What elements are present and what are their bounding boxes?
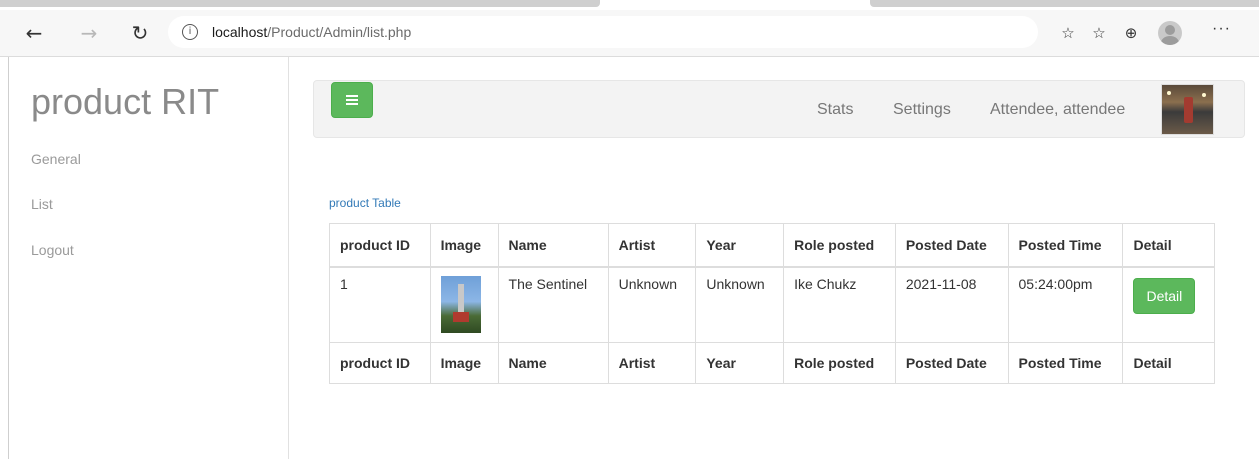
back-icon[interactable]: ←	[21, 20, 47, 46]
table-footer-row: product ID Image Name Artist Year Role p…	[329, 342, 1215, 384]
header-image: Image	[429, 223, 499, 268]
forward-icon[interactable]: →	[76, 20, 102, 46]
url-text[interactable]: localhost/Product/Admin/list.php	[212, 24, 411, 40]
header-product-id: product ID	[329, 223, 431, 268]
menu-toggle-button[interactable]	[331, 82, 373, 118]
footer-posted-date: Posted Date	[894, 342, 1009, 384]
favorites-icon[interactable]: ☆	[1088, 22, 1110, 44]
collections-icon[interactable]: ⊕	[1120, 22, 1142, 44]
user-avatar[interactable]	[1161, 84, 1214, 135]
header-year: Year	[695, 223, 785, 268]
nav-link-settings[interactable]: Settings	[893, 101, 951, 119]
cell-posted-time: 05:24:00pm	[1007, 266, 1124, 343]
sidebar-item-logout[interactable]: Logout	[31, 242, 74, 258]
header-posted-date: Posted Date	[894, 223, 1009, 268]
sidebar-item-list[interactable]: List	[31, 196, 53, 212]
header-name: Name	[497, 223, 609, 268]
table-row: 1 The Sentinel Unknown Unknown Ike Chukz…	[329, 266, 1215, 343]
table-caption: product Table	[329, 196, 401, 210]
cell-image	[429, 266, 499, 343]
refresh-icon[interactable]: ↻	[127, 20, 153, 46]
hamburger-icon-bar	[346, 99, 358, 101]
header-posted-time: Posted Time	[1007, 223, 1124, 268]
footer-product-id: product ID	[329, 342, 431, 384]
tab-strip	[0, 0, 1259, 10]
footer-image: Image	[429, 342, 499, 384]
address-bar[interactable]: i localhost/Product/Admin/list.php	[168, 16, 1038, 48]
cell-artist: Unknown	[607, 266, 697, 343]
header-artist: Artist	[607, 223, 697, 268]
footer-artist: Artist	[607, 342, 697, 384]
browser-tab-right[interactable]	[870, 0, 1259, 7]
nav-link-stats[interactable]: Stats	[817, 101, 853, 119]
profile-icon[interactable]	[1158, 21, 1182, 45]
top-navbar: Stats Settings Attendee, attendee	[313, 80, 1245, 138]
footer-detail: Detail	[1122, 342, 1215, 384]
nav-link-user[interactable]: Attendee, attendee	[990, 101, 1125, 119]
favorite-add-icon[interactable]: ☆	[1057, 22, 1079, 44]
hamburger-icon	[346, 95, 358, 97]
more-icon[interactable]: ···	[1212, 20, 1231, 38]
product-thumbnail	[440, 276, 481, 333]
footer-name: Name	[497, 342, 609, 384]
footer-posted-time: Posted Time	[1007, 342, 1124, 384]
browser-toolbar: ← → ↻ i localhost/Product/Admin/list.php…	[0, 10, 1259, 57]
info-icon[interactable]: i	[182, 24, 198, 40]
browser-tab-left[interactable]	[0, 0, 600, 7]
sidebar: product RIT General List Logout	[9, 57, 289, 459]
cell-role-posted: Ike Chukz	[783, 266, 896, 343]
cell-posted-date: 2021-11-08	[894, 266, 1009, 343]
header-detail: Detail	[1122, 223, 1215, 268]
cell-product-id: 1	[329, 266, 431, 343]
brand-title[interactable]: product RIT	[31, 81, 219, 123]
cell-detail: Detail	[1122, 266, 1215, 343]
sidebar-item-general[interactable]: General	[31, 151, 81, 167]
cell-name: The Sentinel	[497, 266, 609, 343]
page-content: product RIT General List Logout Stats Se…	[0, 57, 1259, 459]
url-host: localhost	[212, 24, 268, 40]
url-path: /Product/Admin/list.php	[267, 24, 412, 40]
product-table: product ID Image Name Artist Year Role p…	[329, 223, 1215, 384]
cell-year: Unknown	[695, 266, 785, 343]
footer-year: Year	[695, 342, 785, 384]
detail-button[interactable]: Detail	[1133, 278, 1196, 314]
header-role-posted: Role posted	[783, 223, 896, 268]
table-header-row: product ID Image Name Artist Year Role p…	[329, 223, 1215, 268]
hamburger-icon-bar	[346, 103, 358, 105]
footer-role-posted: Role posted	[783, 342, 896, 384]
